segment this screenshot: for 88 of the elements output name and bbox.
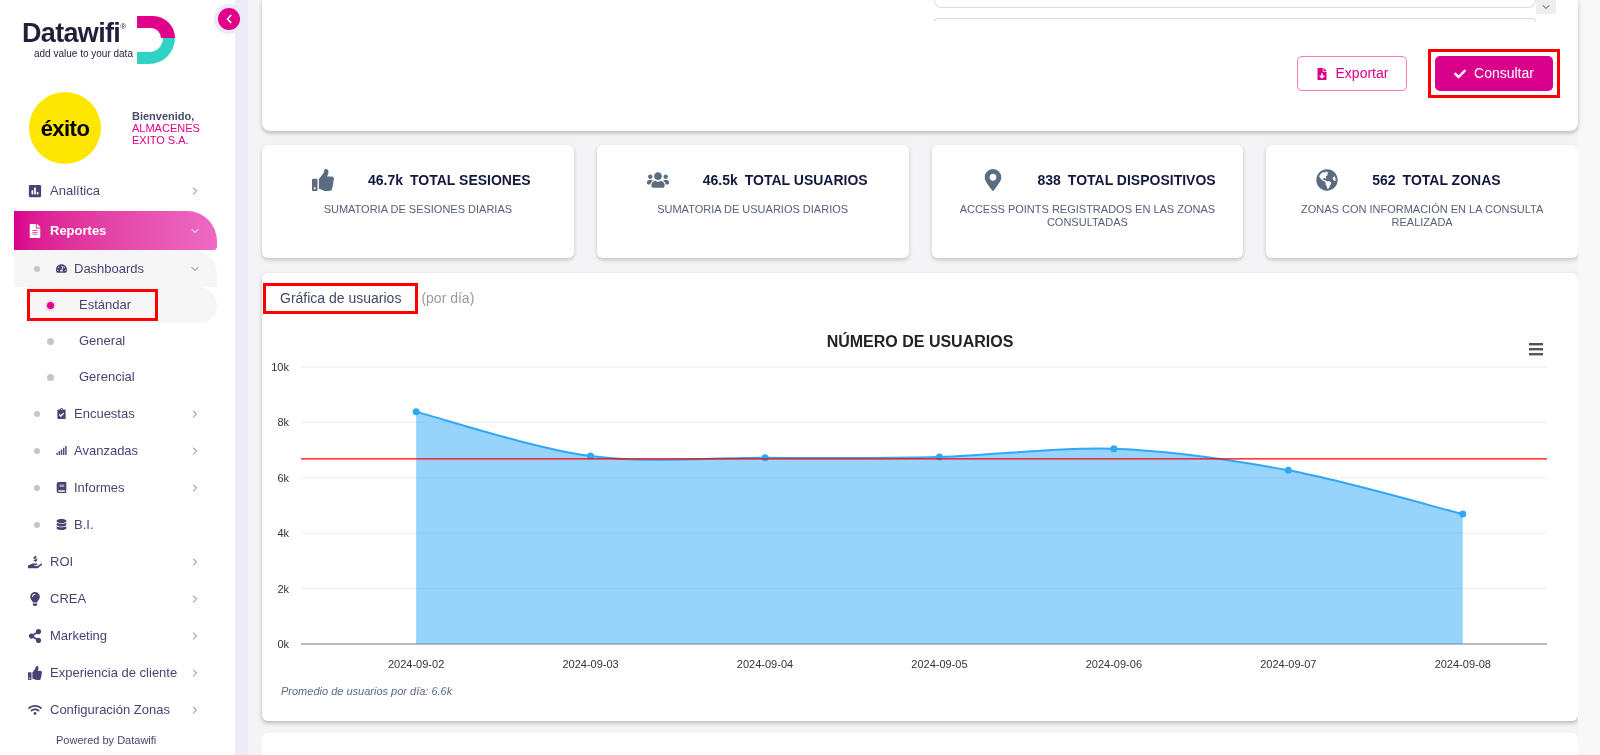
data-point — [935, 453, 943, 461]
bullet-icon — [47, 337, 54, 345]
document-icon — [28, 223, 42, 238]
sidebar-subitem[interactable]: Gerencial — [30, 364, 159, 390]
stat-value: 838 — [1037, 170, 1061, 190]
axis-label: 2024-09-02 — [388, 658, 445, 670]
bullet-icon — [47, 301, 54, 309]
sidebar-item[interactable]: CREA — [14, 580, 217, 617]
collapse-button[interactable] — [218, 8, 240, 30]
share-icon — [28, 628, 42, 643]
sidebar-subitem[interactable]: Encuestas — [14, 395, 217, 432]
welcome-text: Bienvenido, — [132, 110, 196, 122]
registered-mark: ® — [120, 21, 127, 31]
axis-label: 6k — [277, 471, 289, 484]
sidebar-subitem[interactable]: Informes — [14, 469, 217, 506]
database-icon — [56, 519, 67, 530]
axis-label: 2024-09-04 — [736, 658, 794, 670]
client-name: ALMACENES EXITO S.A. — [132, 122, 201, 146]
bullet-icon — [34, 484, 40, 491]
client-logo: éxito — [29, 92, 101, 164]
data-point — [761, 454, 769, 462]
bullet-icon — [34, 521, 40, 528]
export-button[interactable]: Exportar — [1297, 56, 1407, 91]
axis-label: 8k — [277, 416, 289, 429]
footer-text: Powered by Datawifi — [56, 733, 158, 748]
chart-title: NÚMERO DE USUARIOS — [826, 333, 1014, 350]
axis-label: 2024-09-08 — [1434, 658, 1491, 670]
axis-label: 4k — [277, 527, 289, 540]
axis-label: 10k — [271, 361, 289, 373]
chevron-left-icon — [224, 14, 234, 24]
stat-description: SUMATORIA DE SESIONES DIARIAS — [323, 203, 513, 216]
coin-hand-icon — [28, 554, 42, 569]
data-point — [587, 452, 595, 460]
stat-label: TOTAL DISPOSITIVOS — [1067, 170, 1216, 190]
sidebar-item[interactable]: Reportes — [14, 211, 217, 250]
thumbs-up-icon — [312, 169, 334, 191]
axis-label: 2024-09-07 — [1260, 658, 1317, 670]
stat-description: ACCESS POINTS REGISTRADOS EN LAS ZONAS CONSULTADAS — [958, 203, 1217, 229]
axis-label: 2024-09-03 — [562, 658, 619, 670]
stat-value: 46.5k — [702, 170, 738, 190]
stat-label: TOTAL ZONAS — [1402, 170, 1501, 190]
sidebar-subitem[interactable]: Dashboards — [14, 250, 217, 287]
axis-label: 2024-09-06 — [1085, 658, 1143, 670]
file-download-icon — [1315, 67, 1328, 80]
gauge-icon — [56, 263, 67, 274]
book-icon — [56, 482, 67, 493]
data-point — [1110, 445, 1118, 453]
bullet-icon — [47, 373, 54, 381]
sidebar-subitem[interactable]: Avanzadas — [14, 432, 217, 469]
thumbs-up-icon — [28, 665, 42, 680]
card-subtitle: (por día) — [421, 288, 475, 308]
brand-name: Datawifi — [22, 18, 121, 48]
sidebar-item[interactable]: Configuración Zonas — [14, 691, 217, 728]
globe-icon — [1316, 169, 1339, 191]
axis-label: 0k — [277, 638, 289, 650]
bar-chart-icon — [56, 445, 67, 456]
brand-tagline: add value to your data — [34, 48, 133, 60]
stat-description: ZONAS CON INFORMACIÓN EN LA CONSULTA REALIZADA — [1300, 203, 1545, 229]
bullet-icon — [34, 265, 40, 272]
data-point — [1284, 466, 1292, 474]
menu-icon[interactable] — [1529, 343, 1543, 356]
stat-description: SUMATORIA DE USUARIOS DIARIOS — [657, 203, 849, 216]
sidebar-item[interactable]: ROI — [14, 543, 217, 580]
sidebar-item[interactable]: Marketing — [14, 617, 217, 654]
data-point — [1459, 510, 1467, 518]
bar-chart-icon — [28, 183, 42, 198]
sidebar-item[interactable]: Analítica — [14, 172, 217, 209]
sidebar-item[interactable]: Experiencia de cliente — [14, 654, 217, 691]
average-note: Promedio de usuarios por día: 6.6k — [281, 684, 454, 699]
bullet-icon — [34, 410, 40, 417]
submit-button[interactable]: Consultar — [1435, 56, 1553, 91]
data-point — [412, 408, 420, 416]
dropdown-toggle[interactable] — [1536, 0, 1556, 14]
clipboard-icon — [56, 408, 67, 419]
users-icon — [646, 169, 669, 191]
wifi-icon — [28, 702, 42, 717]
card-title: Gráfica de usuarios — [266, 285, 416, 311]
lightbulb-icon — [28, 591, 42, 606]
stat-label: TOTAL SESIONES — [410, 170, 531, 190]
sidebar-subitem[interactable]: General — [30, 328, 150, 354]
axis-label: 2k — [277, 582, 289, 595]
check-icon — [1454, 67, 1467, 80]
stat-value: 562 — [1372, 170, 1396, 190]
sidebar-subitem[interactable]: B.I. — [14, 506, 217, 543]
axis-label: 2024-09-05 — [911, 658, 968, 670]
stat-label: TOTAL USUARIOS — [744, 170, 868, 190]
bullet-icon — [34, 447, 40, 454]
stat-value: 46.7k — [368, 170, 404, 190]
